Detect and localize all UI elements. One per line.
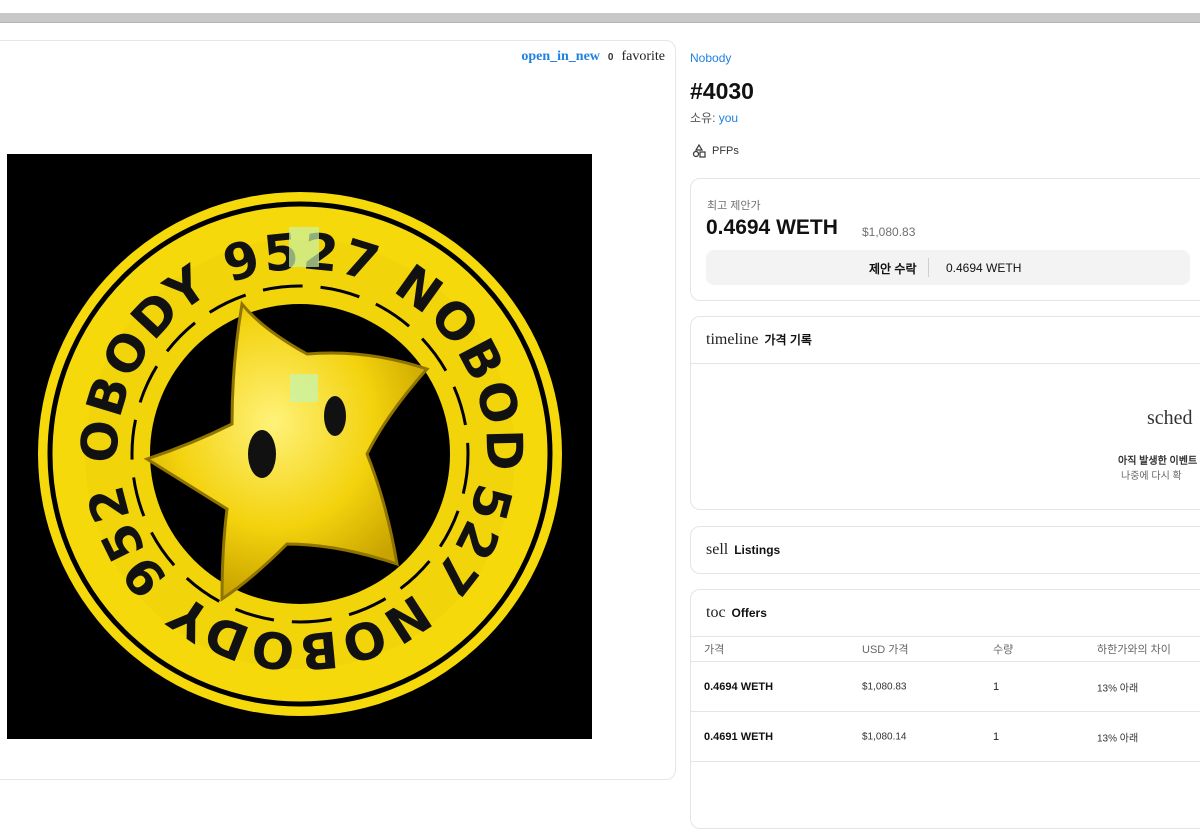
table-header-row: 가격 USD 가격 수량 하한가와의 차이 (691, 636, 1200, 662)
token-title: #4030 (690, 78, 754, 104)
empty-state-title: 아직 발생한 이벤트 (1118, 456, 1198, 467)
category-label: PFPs (712, 145, 739, 157)
offer-price: 0.4691 WETH (704, 730, 774, 743)
price-history-panel: timeline 가격 기록 sched 아직 발생한 이벤트 나중에 다시 확 (690, 316, 1200, 510)
offer-usd: $1,080.14 (862, 731, 907, 742)
col-header-price: 가격 (704, 644, 725, 656)
col-header-quantity: 수량 (993, 644, 1014, 656)
accept-divider (928, 258, 929, 277)
favorite-count: 0 (607, 51, 614, 63)
open-in-new-icon[interactable]: open_in_new (521, 49, 600, 65)
best-offer-usd: $1,080.83 (862, 225, 916, 239)
col-header-usd: USD 가격 (862, 644, 909, 656)
best-offer-card: 최고 제안가 0.4694 WETH $1,080.83 제안 수락 0.469… (690, 178, 1200, 301)
category-chip[interactable]: PFPs (692, 144, 739, 158)
offer-quantity: 1 (993, 680, 1000, 693)
price-history-title: 가격 기록 (764, 333, 812, 347)
owner-line: 소유: you (690, 109, 738, 126)
price-history-header[interactable]: timeline 가격 기록 (706, 331, 812, 349)
listings-header[interactable]: sell Listings (706, 541, 780, 559)
accept-offer-label: 제안 수락 (869, 262, 917, 276)
accept-offer-button[interactable]: 제안 수락 0.4694 WETH (706, 250, 1190, 285)
empty-state-subtitle: 나중에 다시 확 (1121, 471, 1182, 482)
schedule-icon: sched (1147, 407, 1193, 429)
offer-usd: $1,080.83 (862, 681, 907, 692)
listings-title: Listings (734, 543, 781, 557)
accept-offer-price: 0.4694 WETH (946, 261, 1022, 275)
favorite-icon[interactable]: favorite (621, 49, 665, 65)
table-row[interactable]: 0.4691 WETH $1,080.14 1 13% 아래 (691, 712, 1200, 762)
sell-icon: sell (706, 541, 729, 558)
star-eye-left (248, 430, 276, 478)
offer-floor-diff: 13% 아래 (1097, 683, 1139, 694)
col-header-floor-diff: 하한가와의 차이 (1097, 644, 1171, 656)
offers-table: 가격 USD 가격 수량 하한가와의 차이 0.4694 WETH $1,080… (691, 636, 1200, 762)
image-toolbar: open_in_new 0 favorite (521, 49, 665, 65)
nft-artwork[interactable]: NOBODY 9527 NOBODY 9527 NOBODY 9527 (7, 154, 592, 739)
timeline-icon: timeline (706, 331, 759, 348)
shapes-icon (692, 144, 706, 158)
offer-floor-diff: 13% 아래 (1097, 733, 1139, 744)
best-offer-label: 최고 제안가 (707, 200, 761, 212)
nobody-star-image: NOBODY 9527 NOBODY 9527 NOBODY 9527 (7, 154, 592, 739)
owner-link[interactable]: you (719, 111, 738, 125)
divider (691, 363, 1200, 364)
offers-panel: toc Offers 가격 USD 가격 수량 하한가와의 차이 0.4694 … (690, 589, 1200, 829)
collection-link[interactable]: Nobody (690, 51, 731, 65)
scrollbar-strip (0, 13, 1200, 23)
owner-label: 소유: (690, 111, 719, 125)
toc-icon: toc (706, 604, 726, 621)
best-offer-price: 0.4694 WETH (706, 216, 838, 239)
browser-top-strip (0, 0, 1200, 28)
listings-panel[interactable]: sell Listings (690, 526, 1200, 574)
offer-quantity: 1 (993, 730, 1000, 743)
table-row[interactable]: 0.4694 WETH $1,080.83 1 13% 아래 (691, 662, 1200, 712)
offers-title: Offers (731, 606, 767, 620)
offers-header[interactable]: toc Offers (706, 604, 767, 622)
image-card: open_in_new 0 favorite NOBODY 9527 NOBOD (0, 40, 676, 780)
star-eye-right (324, 396, 346, 436)
offer-price: 0.4694 WETH (704, 680, 774, 693)
